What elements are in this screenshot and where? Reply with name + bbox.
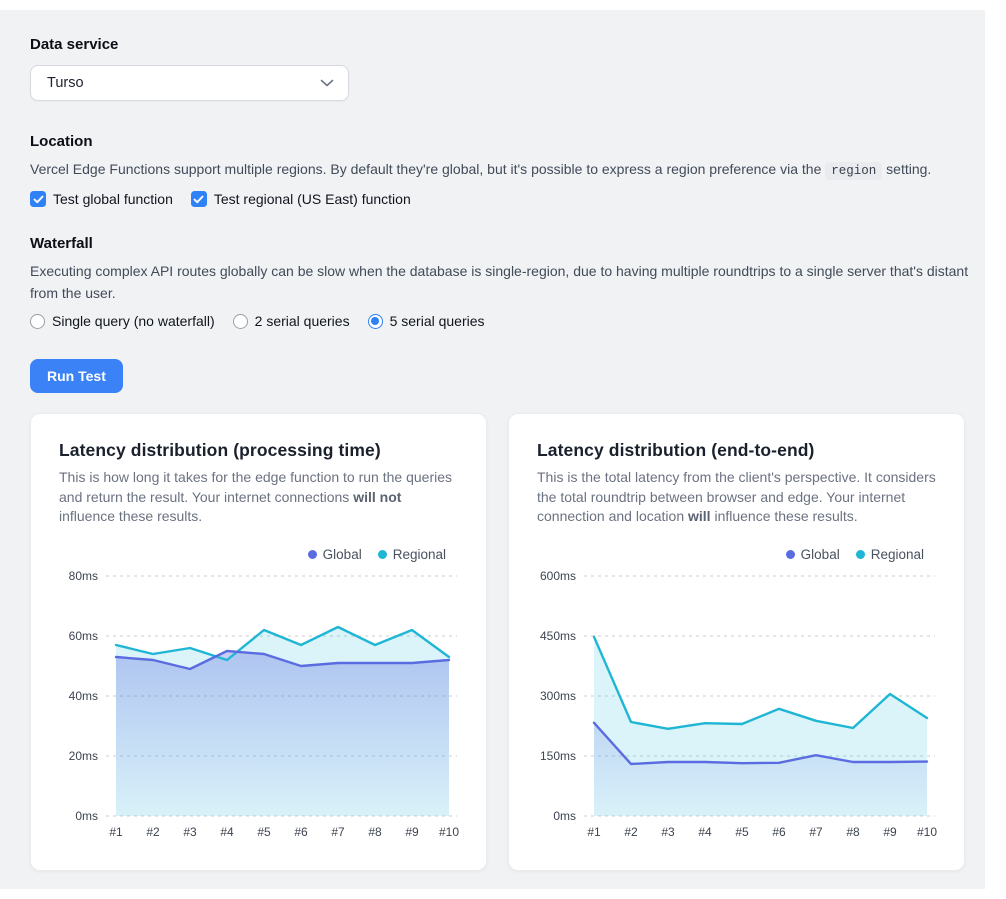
svg-text:150ms: 150ms bbox=[540, 749, 576, 763]
chart-description-suffix: influence these results. bbox=[711, 508, 858, 524]
legend-item-regional: Regional bbox=[856, 547, 924, 562]
legend-item-regional: Regional bbox=[378, 547, 446, 562]
radio-icon[interactable] bbox=[233, 314, 248, 329]
legend-item-global: Global bbox=[308, 547, 362, 562]
chart-legend: Global Regional bbox=[537, 547, 924, 562]
svg-text:#5: #5 bbox=[257, 825, 271, 839]
svg-text:#8: #8 bbox=[846, 825, 860, 839]
svg-text:#6: #6 bbox=[294, 825, 308, 839]
chart-description-bold: will bbox=[688, 508, 711, 524]
end-to-end-line-chart: 0ms 150ms 300ms 450ms 600ms #1 #2 #3 #4 #5 #6 #7 #8 #… bbox=[537, 566, 938, 846]
legend-label: Global bbox=[323, 547, 362, 562]
svg-text:#7: #7 bbox=[809, 825, 823, 839]
chevron-down-icon bbox=[320, 74, 334, 92]
processing-time-card: Latency distribution (processing time) T… bbox=[30, 413, 487, 871]
data-service-heading: Data service bbox=[30, 36, 970, 53]
radio-label: Single query (no waterfall) bbox=[52, 313, 215, 329]
svg-text:0ms: 0ms bbox=[553, 809, 576, 823]
location-heading: Location bbox=[30, 133, 970, 150]
svg-text:#3: #3 bbox=[183, 825, 197, 839]
svg-text:#10: #10 bbox=[439, 825, 459, 839]
waterfall-radio-row: Single query (no waterfall) 2 serial que… bbox=[30, 313, 970, 329]
legend-label: Global bbox=[801, 547, 840, 562]
radio-single-query[interactable]: Single query (no waterfall) bbox=[30, 313, 215, 329]
legend-label: Regional bbox=[393, 547, 446, 562]
settings-panel: Data service Turso Location Vercel Edge … bbox=[0, 10, 985, 889]
svg-text:#5: #5 bbox=[735, 825, 749, 839]
svg-text:0ms: 0ms bbox=[75, 809, 98, 823]
global-legend-dot-icon bbox=[308, 550, 317, 559]
svg-text:#7: #7 bbox=[331, 825, 345, 839]
chart-description: This is the total latency from the clien… bbox=[537, 468, 936, 527]
waterfall-heading: Waterfall bbox=[30, 235, 970, 252]
radio-label: 2 serial queries bbox=[255, 313, 350, 329]
run-test-button[interactable]: Run Test bbox=[30, 359, 123, 393]
location-checkbox-row: Test global function Test regional (US E… bbox=[30, 191, 970, 207]
data-service-selected-value: Turso bbox=[47, 75, 84, 91]
charts-row: Latency distribution (processing time) T… bbox=[30, 413, 970, 871]
svg-text:#8: #8 bbox=[368, 825, 382, 839]
svg-text:40ms: 40ms bbox=[69, 689, 98, 703]
legend-item-global: Global bbox=[786, 547, 840, 562]
svg-text:#3: #3 bbox=[661, 825, 675, 839]
regional-legend-dot-icon bbox=[378, 550, 387, 559]
processing-time-line-chart: 0ms 20ms 40ms 60ms 80ms #1 #2 #3 #4 #5 #6 #7 #8 #9 #10 bbox=[59, 566, 460, 846]
chart-title: Latency distribution (end-to-end) bbox=[537, 440, 936, 461]
waterfall-description: Executing complex API routes globally ca… bbox=[30, 260, 970, 304]
radio-icon[interactable] bbox=[368, 314, 383, 329]
radio-5-serial-queries[interactable]: 5 serial queries bbox=[368, 313, 485, 329]
svg-text:#4: #4 bbox=[698, 825, 712, 839]
data-service-select[interactable]: Turso bbox=[30, 65, 349, 101]
svg-text:600ms: 600ms bbox=[540, 569, 576, 583]
location-description: Vercel Edge Functions support multiple r… bbox=[30, 158, 970, 182]
svg-text:20ms: 20ms bbox=[69, 749, 98, 763]
chart-description-suffix: influence these results. bbox=[59, 508, 202, 524]
svg-text:#2: #2 bbox=[146, 825, 160, 839]
checkbox-test-regional-function[interactable]: Test regional (US East) function bbox=[191, 191, 411, 207]
chart-description: This is how long it takes for the edge f… bbox=[59, 468, 458, 527]
svg-text:#1: #1 bbox=[587, 825, 601, 839]
svg-text:300ms: 300ms bbox=[540, 689, 576, 703]
end-to-end-card: Latency distribution (end-to-end) This i… bbox=[508, 413, 965, 871]
radio-label: 5 serial queries bbox=[390, 313, 485, 329]
regional-legend-dot-icon bbox=[856, 550, 865, 559]
checkbox-label: Test global function bbox=[53, 191, 173, 207]
svg-text:#10: #10 bbox=[917, 825, 937, 839]
svg-text:60ms: 60ms bbox=[69, 629, 98, 643]
svg-text:#6: #6 bbox=[772, 825, 786, 839]
chart-legend: Global Regional bbox=[59, 547, 446, 562]
checkbox-checked-icon[interactable] bbox=[30, 191, 46, 207]
svg-text:#2: #2 bbox=[624, 825, 638, 839]
radio-icon[interactable] bbox=[30, 314, 45, 329]
svg-text:#9: #9 bbox=[405, 825, 419, 839]
svg-text:#4: #4 bbox=[220, 825, 234, 839]
svg-text:#9: #9 bbox=[883, 825, 897, 839]
svg-text:450ms: 450ms bbox=[540, 629, 576, 643]
legend-label: Regional bbox=[871, 547, 924, 562]
svg-text:#1: #1 bbox=[109, 825, 123, 839]
region-code-chip: region bbox=[825, 162, 882, 180]
checkbox-label: Test regional (US East) function bbox=[214, 191, 411, 207]
checkbox-checked-icon[interactable] bbox=[191, 191, 207, 207]
chart-title: Latency distribution (processing time) bbox=[59, 440, 458, 461]
checkbox-test-global-function[interactable]: Test global function bbox=[30, 191, 173, 207]
location-description-text: Vercel Edge Functions support multiple r… bbox=[30, 161, 825, 177]
chart-description-bold: will not bbox=[353, 489, 401, 505]
svg-text:80ms: 80ms bbox=[69, 569, 98, 583]
location-description-suffix: setting. bbox=[882, 161, 931, 177]
global-legend-dot-icon bbox=[786, 550, 795, 559]
radio-2-serial-queries[interactable]: 2 serial queries bbox=[233, 313, 350, 329]
